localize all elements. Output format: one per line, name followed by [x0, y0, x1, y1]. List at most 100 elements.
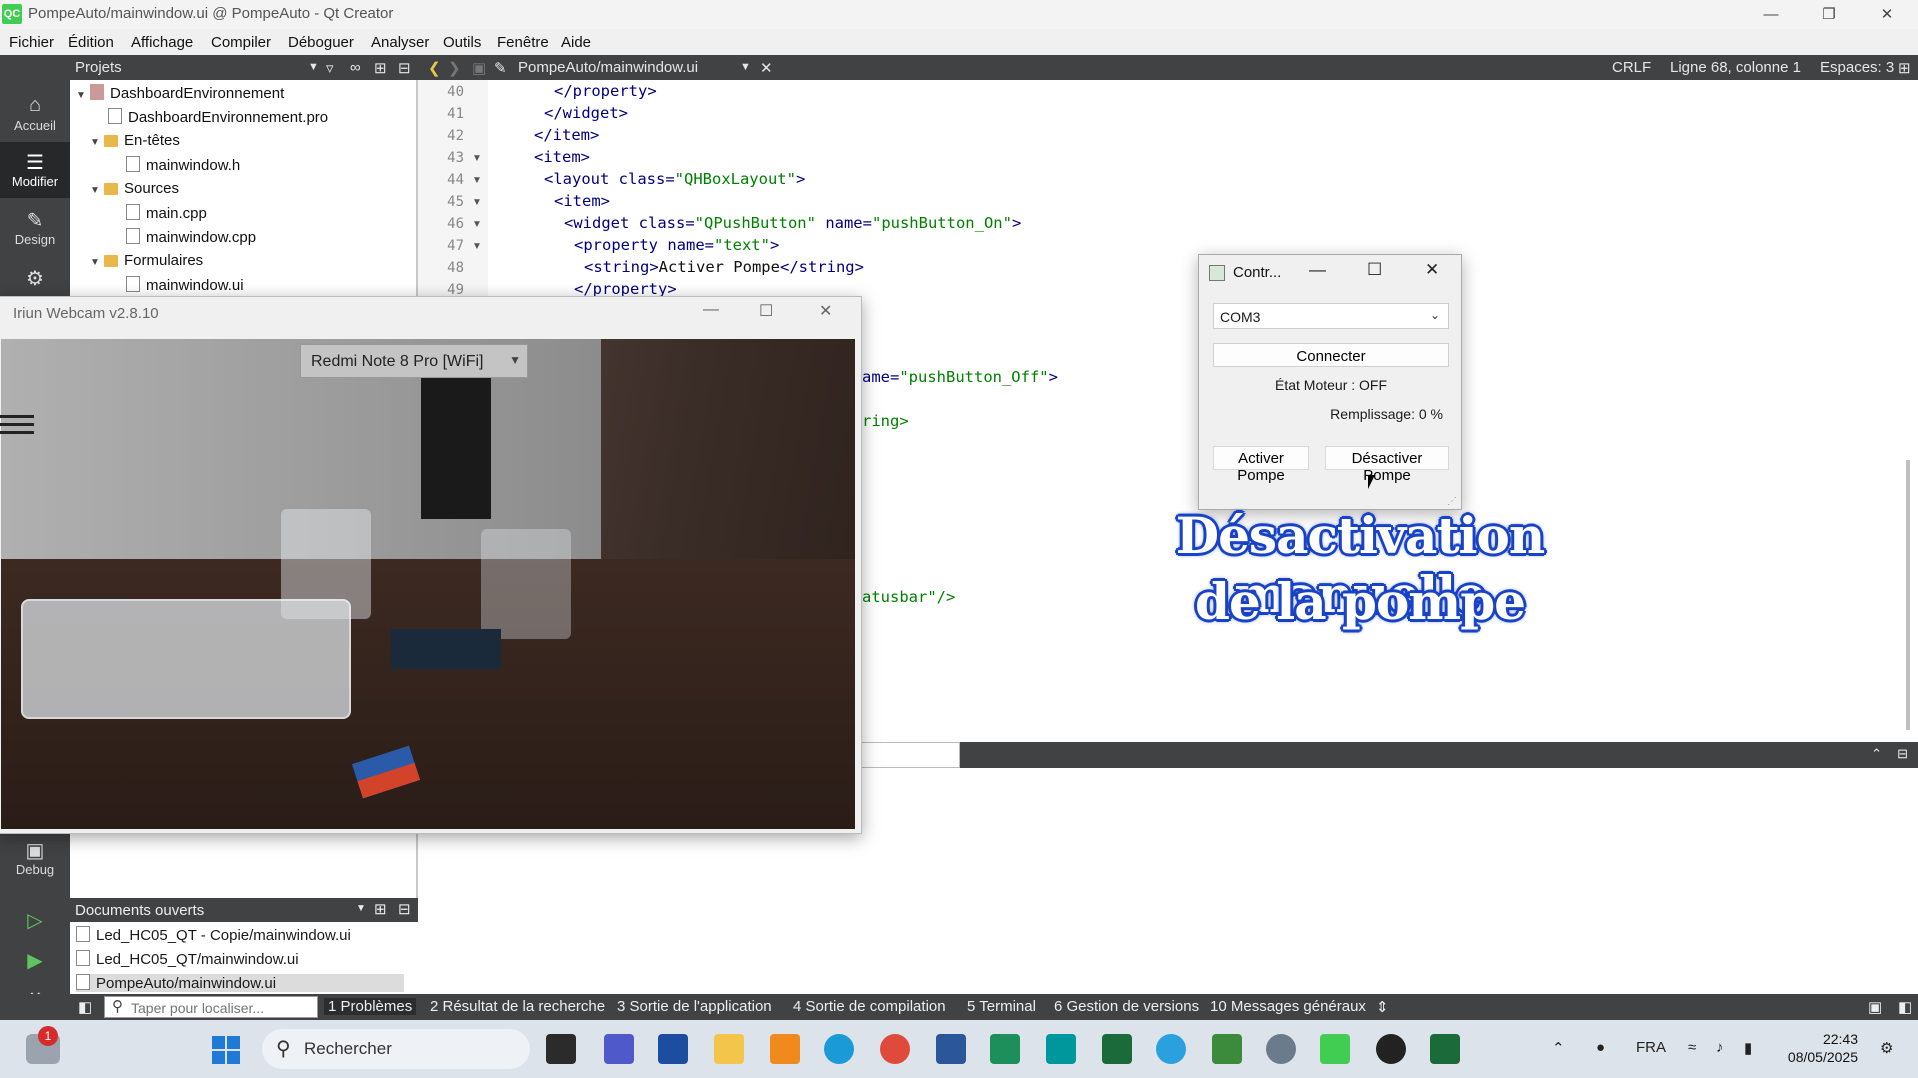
filter-icon[interactable]: ▿ — [326, 59, 334, 77]
taskbar-app-webcam[interactable] — [1430, 1034, 1460, 1064]
code-line[interactable]: ame="pushButton_Off"> — [862, 368, 1058, 386]
close-document-icon[interactable]: ✕ — [760, 59, 773, 77]
taskbar-app-edge[interactable] — [824, 1034, 854, 1064]
taskbar-app-sheets[interactable] — [990, 1034, 1020, 1064]
activate-pump-button[interactable]: Activer Pompe — [1213, 446, 1309, 484]
tree-item-main-cpp[interactable]: main.cpp — [126, 204, 207, 222]
menu-fenetre[interactable]: Fenêtre — [497, 34, 549, 51]
menu-affichage[interactable]: Affichage — [131, 34, 193, 51]
split-editor-icon[interactable]: ⊞ — [1898, 59, 1911, 77]
battery-icon[interactable]: ▮ — [1744, 1039, 1752, 1057]
menu-compiler[interactable]: Compiler — [211, 34, 271, 51]
code-line[interactable]: <widget class="QPushButton" name="pushBu… — [564, 214, 1021, 232]
fold-arrow-icon[interactable]: ▼ — [472, 153, 482, 164]
split-icon[interactable]: ⊞ — [374, 59, 387, 77]
pane-terminal[interactable]: 5 Terminal — [967, 998, 1036, 1015]
dialog-close-button[interactable]: ✕ — [1425, 260, 1439, 280]
dialog-minimize-button[interactable]: — — [1309, 260, 1326, 280]
projects-dropdown-icon[interactable]: ▼ — [308, 61, 319, 73]
code-line[interactable]: </widget> — [544, 104, 628, 122]
code-line[interactable]: <item> — [534, 148, 590, 166]
mode-design[interactable]: ✎ Design — [0, 200, 70, 256]
webcam-minimize-button[interactable]: — — [703, 301, 719, 319]
pane-search-results[interactable]: 2 Résultat de la recherche — [430, 998, 605, 1015]
menu-deboguer[interactable]: Déboguer — [288, 34, 354, 51]
fold-arrow-icon[interactable]: ▼ — [472, 241, 482, 252]
toggle-right-sidebar-icon[interactable]: ◧ — [1898, 998, 1912, 1016]
tree-item-mainwindow-h[interactable]: mainwindow.h — [126, 156, 240, 174]
fold-arrow-icon[interactable]: ▼ — [472, 219, 482, 230]
document-dropdown-icon[interactable]: ▼ — [740, 61, 751, 73]
forward-arrow-icon[interactable]: ❯ — [448, 59, 461, 77]
windows-start-icon[interactable] — [212, 1036, 240, 1064]
back-arrow-icon[interactable]: ❮ — [428, 59, 441, 77]
taskbar-app-tool[interactable] — [1212, 1034, 1242, 1064]
close-button[interactable]: ✕ — [1858, 0, 1916, 29]
list-item[interactable]: PompeAuto/mainwindow.ui — [76, 974, 404, 992]
fold-arrow-icon[interactable]: ▼ — [472, 175, 482, 186]
tree-item-sources[interactable]: ▼ Sources — [90, 180, 179, 197]
chevron-down-icon[interactable]: ▼ — [76, 90, 90, 101]
code-line[interactable]: </property> — [554, 82, 657, 100]
more-panes-icon[interactable]: ⇕ — [1376, 998, 1389, 1016]
webcam-close-button[interactable]: ✕ — [819, 301, 832, 321]
volume-icon[interactable]: ♪ — [1716, 1039, 1724, 1056]
code-line[interactable]: <string>Activer Pompe</string> — [584, 258, 864, 276]
tree-item-pro[interactable]: DashboardEnvironnement.pro — [108, 108, 328, 126]
notifications-icon[interactable]: ⚙ — [1880, 1039, 1893, 1057]
restore-button[interactable]: ❐ — [1800, 0, 1858, 29]
tree-item-root[interactable]: ▼ DashboardEnvironnement — [76, 84, 284, 102]
pane-problems[interactable]: 1 Problèmes — [324, 998, 417, 1015]
mode-modifier[interactable]: ☰ Modifier — [0, 142, 70, 198]
tree-item-mainwindow-cpp[interactable]: mainwindow.cpp — [126, 228, 256, 246]
code-line[interactable]: <item> — [554, 192, 610, 210]
fold-arrow-icon[interactable]: ▼ — [472, 197, 482, 208]
taskbar-app-qtcreator[interactable] — [1320, 1034, 1350, 1064]
open-document-combo[interactable]: PompeAuto/mainwindow.ui — [518, 59, 698, 76]
close-pane-icon[interactable]: ⊟ — [398, 900, 411, 918]
taskbar-app-chrome[interactable] — [880, 1034, 910, 1064]
maximize-pane-icon[interactable]: ⌃ — [1871, 746, 1882, 762]
system-clock[interactable]: 22:43 08/05/2025 — [1788, 1030, 1858, 1066]
pane-version-control[interactable]: 6 Gestion de versions — [1054, 998, 1199, 1015]
code-line[interactable]: </item> — [534, 126, 599, 144]
list-item[interactable]: Led_HC05_QT - Copie/mainwindow.ui — [76, 926, 351, 944]
close-pane-icon[interactable]: ⊟ — [398, 59, 411, 77]
mode-debug[interactable]: ▣ Debug — [0, 830, 70, 886]
editor-scrollbar[interactable] — [1906, 460, 1910, 730]
split-icon[interactable]: ⊞ — [374, 900, 387, 918]
webcam-maximize-button[interactable]: ☐ — [759, 301, 773, 321]
list-item[interactable]: Led_HC05_QT/mainwindow.ui — [76, 950, 299, 968]
link-icon[interactable]: ∞ — [350, 59, 361, 76]
chevron-down-icon[interactable]: ▼ — [90, 185, 104, 196]
wifi-icon[interactable]: ≈ — [1688, 1039, 1696, 1056]
debug-run-button[interactable]: ▶ — [0, 940, 70, 980]
run-button[interactable]: ▷ — [0, 900, 70, 940]
pane-compile-output[interactable]: 4 Sortie de compilation — [793, 998, 946, 1015]
toggle-output-icon[interactable]: ▣ — [1868, 998, 1882, 1016]
tree-item-headers[interactable]: ▼ En-têtes — [90, 132, 180, 149]
menu-edition[interactable]: Édition — [68, 34, 114, 51]
close-pane-icon[interactable]: ⊟ — [1897, 746, 1908, 762]
taskbar-app-obs[interactable] — [1376, 1034, 1406, 1064]
taskbar-app-teams[interactable] — [604, 1034, 634, 1064]
menu-analyser[interactable]: Analyser — [371, 34, 429, 51]
dropdown-icon[interactable]: ▼ — [356, 903, 366, 914]
taskbar-app-explorer[interactable] — [546, 1034, 576, 1064]
taskbar-app-word[interactable] — [936, 1034, 966, 1064]
taskbar-app-arduino[interactable] — [1046, 1034, 1076, 1064]
camera-device-select[interactable]: Redmi Note 8 Pro [WiFi] ▼ — [300, 344, 528, 378]
menu-fichier[interactable]: Fichier — [9, 34, 54, 51]
serial-port-select[interactable]: COM3 ⌄ — [1213, 303, 1449, 329]
pane-app-output[interactable]: 3 Sortie de l'application — [617, 998, 772, 1015]
tree-item-mainwindow-ui[interactable]: mainwindow.ui — [126, 276, 244, 294]
mode-accueil[interactable]: ⌂ Accueil — [0, 86, 70, 142]
code-line[interactable]: <property name="text"> — [574, 236, 779, 254]
taskbar-search[interactable]: ⚲ Rechercher — [262, 1029, 530, 1069]
horizontal-scroll-thumb[interactable] — [860, 742, 960, 768]
pane-general-messages[interactable]: 10 Messages généraux — [1210, 998, 1366, 1015]
taskbar-app-vlc[interactable] — [770, 1034, 800, 1064]
taskbar-app-telegram[interactable] — [1156, 1034, 1186, 1064]
menu-outils[interactable]: Outils — [443, 34, 481, 51]
deactivate-pump-button[interactable]: Désactiver Pompe — [1325, 446, 1449, 484]
